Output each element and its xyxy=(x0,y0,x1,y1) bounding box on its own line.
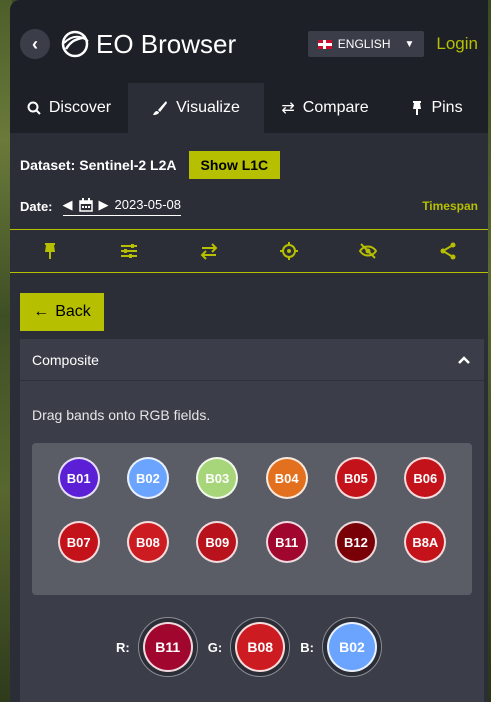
dataset-name: Sentinel-2 L2A xyxy=(79,157,177,173)
band-chip-b05[interactable]: B05 xyxy=(334,457,377,499)
back-label: Back xyxy=(55,303,91,320)
tab-label: Pins xyxy=(431,99,463,116)
tab-visualize[interactable]: Visualize xyxy=(128,83,264,133)
band-chip-b01[interactable]: B01 xyxy=(57,457,100,499)
uk-flag-icon xyxy=(317,39,332,49)
g-label: G: xyxy=(207,639,223,655)
composite-title: Composite xyxy=(32,351,99,368)
timespan-link[interactable]: Timespan xyxy=(422,199,478,213)
band-palette: B01 B02 B03 B04 B05 B06 B07 B08 B09 B11 B12 B8A xyxy=(32,443,472,595)
swap-icon[interactable] xyxy=(199,241,219,261)
date-value[interactable]: 2023-05-08 xyxy=(115,197,182,212)
chevron-left-icon: ‹ xyxy=(32,33,38,54)
chevron-up-icon[interactable] xyxy=(458,355,470,364)
tab-pins[interactable]: Pins xyxy=(386,83,488,133)
composite-header[interactable]: Composite xyxy=(20,339,484,381)
previous-date-icon[interactable]: ◀ xyxy=(63,197,73,213)
band-chip-b02[interactable]: B02 xyxy=(126,457,169,499)
b-band-chip[interactable]: B02 xyxy=(326,622,377,672)
band-chip-b08[interactable]: B08 xyxy=(126,521,169,563)
app-header: ‹ EO Browser ENGLISH ▼ Login xyxy=(10,0,488,88)
brush-icon xyxy=(153,101,168,115)
band-chip-b09[interactable]: B09 xyxy=(196,521,239,563)
band-chip-b12[interactable]: B12 xyxy=(334,521,377,563)
tab-label: Discover xyxy=(48,99,112,116)
dataset-label: Dataset: xyxy=(20,157,76,173)
swap-icon: ⇄ xyxy=(281,100,295,117)
r-label: R: xyxy=(116,639,130,655)
side-panel: ‹ EO Browser ENGLISH ▼ Login Discover Vi… xyxy=(10,0,488,702)
collapse-panel-button[interactable]: ‹ xyxy=(20,29,50,59)
band-chip-b8a[interactable]: B8A xyxy=(404,521,447,563)
eye-off-icon[interactable] xyxy=(358,241,378,261)
band-chip-b07[interactable]: B07 xyxy=(57,521,100,563)
tab-compare[interactable]: ⇄ Compare xyxy=(264,83,386,133)
tab-discover[interactable]: Discover xyxy=(10,83,128,133)
show-l1c-button[interactable]: Show L1C xyxy=(188,151,281,179)
share-icon[interactable] xyxy=(438,241,458,261)
language-label: ENGLISH xyxy=(337,37,391,51)
sliders-icon[interactable] xyxy=(119,241,139,261)
tab-label: Compare xyxy=(302,99,369,116)
layer-toolbar xyxy=(10,229,488,273)
crosshair-icon[interactable] xyxy=(279,241,299,261)
next-date-icon[interactable]: ▶ xyxy=(99,197,109,213)
login-link[interactable]: Login xyxy=(436,34,478,54)
pin-icon xyxy=(413,101,422,115)
band-chip-b04[interactable]: B04 xyxy=(265,457,308,499)
tab-label: Visualize xyxy=(176,99,240,116)
eo-browser-logo-icon xyxy=(61,30,89,58)
b-label: B: xyxy=(300,639,314,655)
composite-section: Composite Drag bands onto RGB fields. B0… xyxy=(20,339,484,702)
calendar-icon[interactable] xyxy=(78,197,93,212)
g-field[interactable]: B08 xyxy=(230,617,291,677)
g-band-chip[interactable]: B08 xyxy=(235,622,286,672)
band-chip-b11[interactable]: B11 xyxy=(265,521,308,563)
main-tabs: Discover Visualize ⇄ Compare Pins xyxy=(10,83,488,133)
b-field[interactable]: B02 xyxy=(321,617,382,677)
date-picker: ◀ ▶ 2023-05-08 xyxy=(62,197,182,216)
app-title: EO Browser xyxy=(96,28,237,59)
date-label: Date: xyxy=(20,198,53,214)
composite-hint: Drag bands onto RGB fields. xyxy=(32,407,211,423)
band-chip-b06[interactable]: B06 xyxy=(404,457,447,499)
band-chip-b03[interactable]: B03 xyxy=(196,457,239,499)
rgb-fields: R: B11 G: B08 B: B02 xyxy=(20,617,484,677)
dataset-row: Dataset: Sentinel-2 L2A Show L1C xyxy=(10,133,488,183)
caret-down-icon: ▼ xyxy=(404,38,415,50)
search-icon xyxy=(27,101,41,115)
back-button[interactable]: ← Back xyxy=(20,293,104,331)
r-band-chip[interactable]: B11 xyxy=(142,622,193,672)
pin-icon[interactable] xyxy=(40,241,60,261)
arrow-left-icon: ← xyxy=(33,303,50,320)
r-field[interactable]: B11 xyxy=(137,617,198,677)
language-selector[interactable]: ENGLISH ▼ xyxy=(307,31,425,57)
date-row: Date: ◀ ▶ 2023-05-08 Timespan xyxy=(10,183,488,229)
